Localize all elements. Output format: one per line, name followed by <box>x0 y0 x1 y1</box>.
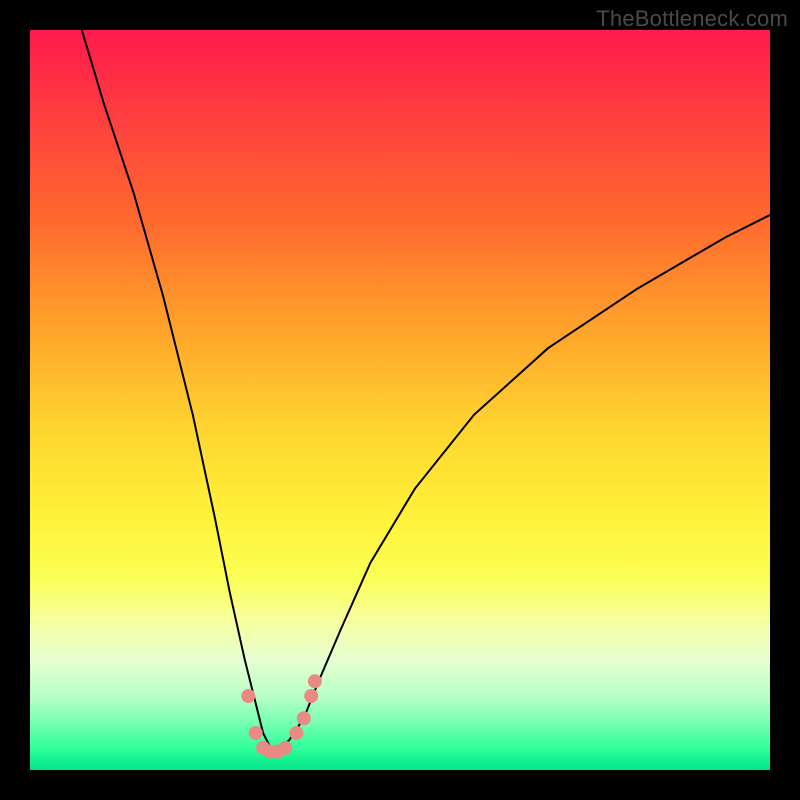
data-marker <box>289 726 303 740</box>
data-marker <box>241 689 255 703</box>
plot-area <box>30 30 770 770</box>
data-marker <box>304 689 318 703</box>
data-marker <box>278 741 292 755</box>
curve-svg <box>30 30 770 770</box>
marker-group <box>241 674 322 758</box>
watermark-text: TheBottleneck.com <box>596 6 788 32</box>
data-marker <box>249 726 263 740</box>
data-marker <box>297 711 311 725</box>
bottleneck-curve <box>82 30 770 748</box>
data-marker <box>308 674 322 688</box>
chart-frame: TheBottleneck.com <box>0 0 800 800</box>
